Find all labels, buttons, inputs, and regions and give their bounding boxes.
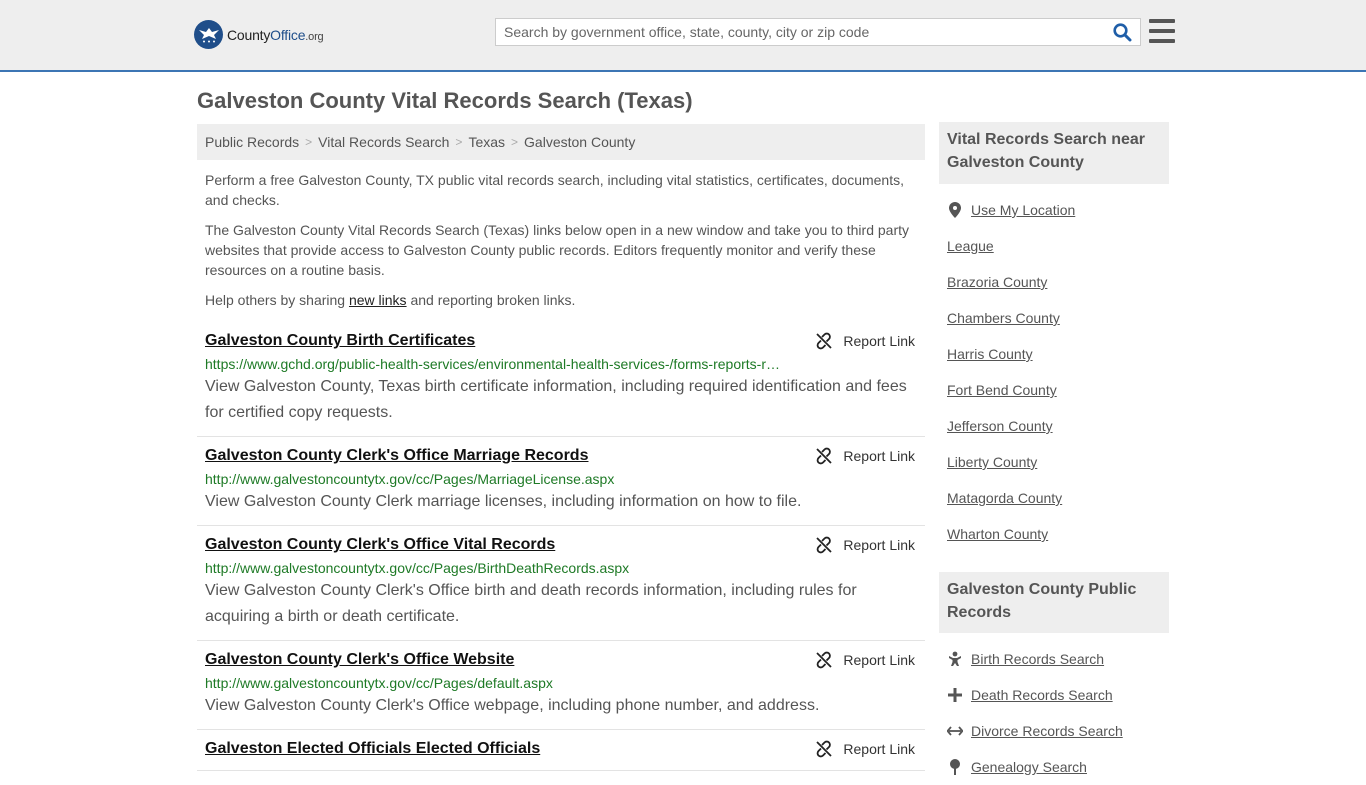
report-link-button[interactable]: Report Link — [815, 740, 915, 758]
site-header: CountyOffice.org — [0, 0, 1366, 72]
result-url: http://www.galvestoncountytx.gov/cc/Page… — [205, 471, 615, 487]
result-description: View Galveston County Clerk's Office bir… — [205, 582, 857, 625]
breadcrumb-public-records[interactable]: Public Records — [205, 134, 299, 150]
search-bar — [495, 18, 1141, 46]
result-title-link[interactable]: Galveston County Birth Certificates — [205, 330, 475, 352]
breadcrumb-galveston-county[interactable]: Galveston County — [524, 134, 635, 150]
breadcrumb-separator-icon: > — [511, 135, 519, 149]
report-link-button[interactable]: Report Link — [815, 447, 915, 465]
breadcrumb-separator-icon: > — [305, 135, 313, 149]
result-item: Galveston County Birth Certificates http… — [197, 322, 925, 437]
list-item: Genealogy Search — [947, 749, 1169, 785]
result-title-link[interactable]: Galveston County Clerk's Office Vital Re… — [205, 534, 555, 556]
result-item: Galveston Elected Officials Elected Offi… — [197, 730, 925, 771]
nearby-link[interactable]: Chambers County — [947, 310, 1060, 326]
divorce-records-link[interactable]: Divorce Records Search — [971, 723, 1123, 739]
nearby-link[interactable]: Fort Bend County — [947, 382, 1057, 398]
nearby-link[interactable]: Harris County — [947, 346, 1033, 362]
results-list: Galveston County Birth Certificates http… — [197, 322, 925, 771]
nearby-link[interactable]: Brazoria County — [947, 274, 1047, 290]
broken-link-icon — [816, 536, 833, 554]
nearby-link[interactable]: Liberty County — [947, 454, 1037, 470]
nearby-link[interactable]: Wharton County — [947, 526, 1048, 542]
result-item: Galveston County Clerk's Office Vital Re… — [197, 526, 925, 641]
breadcrumb-vital-records[interactable]: Vital Records Search — [318, 134, 449, 150]
site-logo[interactable]: CountyOffice.org — [194, 20, 324, 49]
result-item: Galveston County Clerk's Office Website … — [197, 641, 925, 730]
list-item: Chambers County — [947, 300, 1169, 336]
result-title-link[interactable]: Galveston County Clerk's Office Website — [205, 649, 514, 671]
result-url: http://www.galvestoncountytx.gov/cc/Page… — [205, 675, 553, 691]
breadcrumb-separator-icon: > — [455, 135, 463, 149]
result-description: View Galveston County Clerk's Office web… — [205, 697, 820, 714]
breadcrumb-texas[interactable]: Texas — [468, 134, 505, 150]
list-item: Death Records Search — [947, 677, 1169, 713]
broken-link-icon — [816, 332, 833, 350]
report-link-button[interactable]: Report Link — [815, 536, 915, 554]
page-title: Galveston County Vital Records Search (T… — [197, 88, 693, 113]
hamburger-menu-icon[interactable] — [1149, 19, 1175, 43]
list-item: League — [947, 228, 1169, 264]
list-item: Brazoria County — [947, 264, 1169, 300]
result-item: Galveston County Clerk's Office Marriage… — [197, 437, 925, 526]
intro-paragraph-2: The Galveston County Vital Records Searc… — [205, 222, 909, 278]
search-icon[interactable] — [1108, 19, 1136, 45]
new-links-link[interactable]: new links — [349, 292, 407, 308]
logo-eagle-icon — [194, 20, 223, 49]
broken-link-icon — [816, 447, 833, 465]
birth-records-link[interactable]: Birth Records Search — [971, 651, 1104, 667]
report-link-button[interactable]: Report Link — [815, 332, 915, 350]
tree-icon — [947, 759, 963, 775]
result-description: View Galveston County, Texas birth certi… — [205, 378, 907, 421]
nearby-section-heading: Vital Records Search near Galveston Coun… — [939, 122, 1169, 184]
map-pin-icon — [947, 202, 963, 218]
nearby-link[interactable]: Matagorda County — [947, 490, 1062, 506]
result-title-link[interactable]: Galveston County Clerk's Office Marriage… — [205, 445, 588, 467]
result-url: https://www.gchd.org/public-health-servi… — [205, 356, 780, 372]
result-description: View Galveston County Clerk marriage lic… — [205, 493, 802, 510]
search-input[interactable] — [496, 19, 1108, 45]
breadcrumb: Public Records > Vital Records Search > … — [197, 124, 925, 160]
list-item: Jefferson County — [947, 408, 1169, 444]
list-item: Fort Bend County — [947, 372, 1169, 408]
list-item: Birth Records Search — [947, 641, 1169, 677]
list-item: Liberty County — [947, 444, 1169, 480]
public-records-list: Birth Records Search Death Records Searc… — [947, 641, 1169, 785]
result-url: http://www.galvestoncountytx.gov/cc/Page… — [205, 560, 630, 576]
nearby-link[interactable]: Jefferson County — [947, 418, 1053, 434]
result-title-link[interactable]: Galveston Elected Officials Elected Offi… — [205, 738, 540, 760]
use-my-location-link[interactable]: Use My Location — [971, 202, 1075, 218]
list-item: Matagorda County — [947, 480, 1169, 516]
broken-link-icon — [816, 740, 833, 758]
cross-icon — [947, 687, 963, 703]
list-item: Divorce Records Search — [947, 713, 1169, 749]
report-link-button[interactable]: Report Link — [815, 651, 915, 669]
nearby-link[interactable]: League — [947, 238, 994, 254]
genealogy-search-link[interactable]: Genealogy Search — [971, 759, 1087, 775]
list-item: Use My Location — [947, 192, 1169, 228]
intro-text: Perform a free Galveston County, TX publ… — [205, 170, 917, 320]
public-records-section-heading: Galveston County Public Records — [939, 572, 1169, 633]
baby-icon — [947, 651, 963, 667]
intro-paragraph-3: Help others by sharing new links and rep… — [205, 292, 576, 308]
intro-paragraph-1: Perform a free Galveston County, TX publ… — [205, 172, 904, 208]
broken-link-icon — [816, 651, 833, 669]
list-item: Wharton County — [947, 516, 1169, 552]
list-item: Harris County — [947, 336, 1169, 372]
logo-text: CountyOffice.org — [227, 26, 324, 43]
death-records-link[interactable]: Death Records Search — [971, 687, 1113, 703]
nearby-list: Use My Location League Brazoria County C… — [947, 192, 1169, 552]
split-arrows-icon — [947, 723, 963, 739]
